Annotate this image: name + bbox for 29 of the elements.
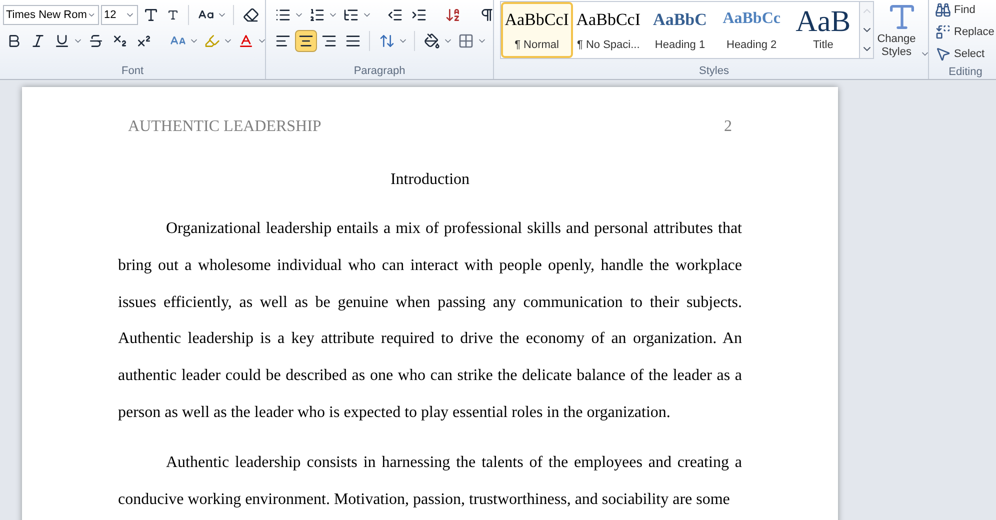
- editing-button[interactable]: Find: [935, 0, 996, 20]
- align-button[interactable]: [295, 30, 317, 52]
- gallery-scroll[interactable]: [860, 1, 874, 59]
- editing-button[interactable]: Replace: [935, 22, 996, 42]
- group-label: Editing: [948, 64, 982, 80]
- style-option[interactable]: AaBbCc Heading 2: [716, 2, 788, 58]
- pointer-icon: [935, 46, 951, 62]
- font-name-field[interactable]: Times New Rom: [3, 5, 99, 25]
- style-option[interactable]: AaB Title: [787, 2, 859, 58]
- style-option[interactable]: AaBbC Heading 1: [644, 2, 716, 58]
- group-label: Font: [121, 64, 144, 79]
- body-paragraph: Organizational leadership entails a mix of professional skills and personal attributes that bring out a wholesome individual who can interact with people openly, handle the workplace issues efficiently, as well as be genuine when passing any communication to their subjects. Authentic leadership is a key attribute required to drive the economy of an organization. An authentic leader could be described as one who can strike the delicate balance of the leader as a person as well as the leader who is expected to play essential roles in the organization.: [118, 219, 742, 423]
- align-icon: [298, 33, 314, 49]
- replace-icon: [935, 24, 951, 40]
- binoculars-icon: [935, 2, 951, 18]
- body-paragraph: Authentic leadership consists in harnessing the talents of the employees and creating a conducive working environment. Motivation, passion, trustworthiness, and sociability are some: [118, 452, 742, 510]
- section-heading: Introduction: [389, 170, 471, 190]
- align-icon: [274, 33, 291, 49]
- change-styles-button[interactable]: Change Styles: [876, 1, 928, 59]
- font-size-field[interactable]: 12: [101, 5, 138, 25]
- editing-button[interactable]: Select: [935, 44, 996, 64]
- align-icon: [344, 33, 361, 49]
- group-label: Paragraph: [354, 64, 406, 79]
- align-icon: [321, 33, 338, 49]
- group-label: Styles: [699, 64, 729, 79]
- running-head: AUTHENTIC LEADERSHIP: [128, 117, 322, 137]
- style-option[interactable]: AaBbCcI ¶ No Spaci...: [572, 2, 644, 58]
- page-number: 2: [724, 117, 732, 137]
- style-option[interactable]: AaBbCcI ¶ Normal: [501, 2, 573, 58]
